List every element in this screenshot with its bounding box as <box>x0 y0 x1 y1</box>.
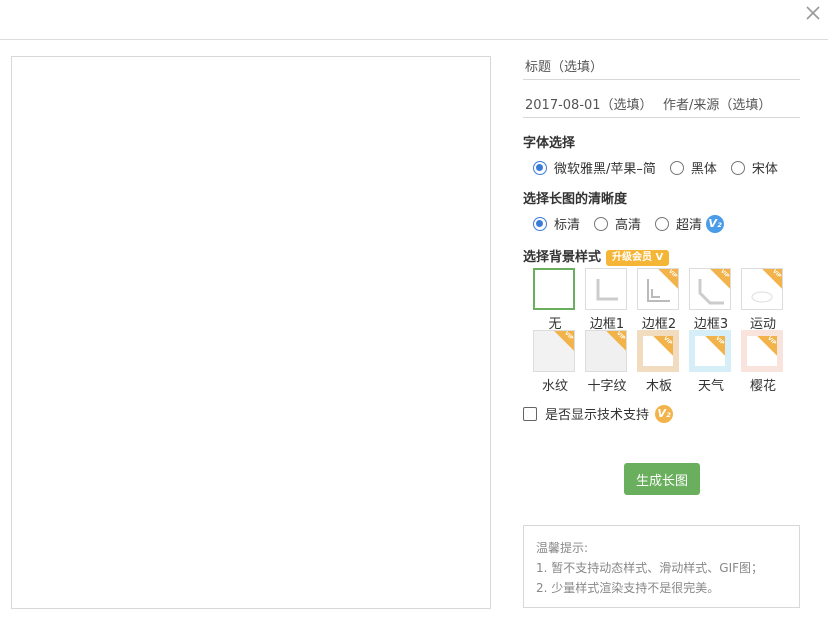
clarity-option-label: 超清 <box>676 218 703 233</box>
radio-icon <box>594 216 609 231</box>
author-input[interactable] <box>651 94 800 116</box>
tips-line: 1. 暂不支持动态样式、滑动样式、GIF图； <box>536 561 764 575</box>
bg-thumb-wood: VIP <box>637 330 679 372</box>
font-option-label: 黑体 <box>690 162 717 177</box>
background-section-title: 选择背景样式 升级会员 V <box>523 246 670 266</box>
close-icon[interactable] <box>804 4 822 22</box>
bg-option-sport[interactable]: VIP 运动 <box>741 268 785 332</box>
vip-level-badge-icon[interactable]: V₂ <box>655 404 674 423</box>
date-field[interactable] <box>523 94 651 118</box>
clarity-section-title: 选择长图的清晰度 <box>523 192 628 207</box>
bg-option-border2[interactable]: VIP 边框2 <box>637 268 681 332</box>
bg-thumb-weather: VIP <box>689 330 731 372</box>
bg-option-border3[interactable]: VIP 边框3 <box>689 268 733 332</box>
font-option-label: 宋体 <box>751 162 778 177</box>
bg-option-wood[interactable]: VIP 木板 <box>637 330 681 394</box>
bg-option-water[interactable]: VIP 水纹 <box>533 330 577 394</box>
font-options: 微软雅黑/苹果–简 黑体 宋体 <box>533 158 792 177</box>
bg-thumb-sport: VIP <box>741 268 783 310</box>
font-option-label: 微软雅黑/苹果–简 <box>554 162 656 177</box>
bg-thumb-border3: VIP <box>689 268 731 310</box>
bg-option-cross[interactable]: VIP 十字纹 <box>585 330 629 394</box>
tips-box: 温馨提示: 1. 暂不支持动态样式、滑动样式、GIF图； 2. 少量样式渲染支持… <box>523 525 800 608</box>
bg-thumb-border1 <box>585 268 627 310</box>
radio-checked-icon <box>533 160 547 175</box>
bg-label: 天气 <box>697 379 724 394</box>
vip-level-badge-icon[interactable]: V₂ <box>706 214 725 233</box>
bg-label: 水纹 <box>541 379 568 394</box>
radio-icon <box>669 160 684 175</box>
author-field[interactable] <box>651 94 800 118</box>
bg-thumb-water: VIP <box>533 330 575 372</box>
tech-support-checkbox[interactable] <box>523 406 537 421</box>
radio-checked-icon <box>533 216 547 231</box>
clarity-option-label: 标清 <box>554 218 581 233</box>
font-option-songti[interactable]: 宋体 <box>730 158 778 177</box>
bg-label: 木板 <box>645 379 672 394</box>
bg-label: 樱花 <box>749 379 776 394</box>
bg-thumb-cross: VIP <box>585 330 627 372</box>
background-title-text: 选择背景样式 <box>523 250 602 265</box>
bg-option-border1[interactable]: 边框1 <box>585 268 629 332</box>
font-section-title: 字体选择 <box>523 136 576 151</box>
tech-support-row: 是否显示技术支持 V₂ <box>523 404 674 423</box>
tech-support-label: 是否显示技术支持 <box>545 408 650 423</box>
bg-option-none[interactable]: 无 <box>533 268 577 332</box>
long-image-preview <box>11 56 491 609</box>
upgrade-vip-button[interactable]: 升级会员 V <box>606 250 670 266</box>
bg-thumb-sakura: VIP <box>741 330 783 372</box>
title-field[interactable] <box>523 56 800 80</box>
bg-label: 十字纹 <box>587 379 627 394</box>
radio-icon <box>730 160 745 175</box>
generate-long-image-button[interactable]: 生成长图 <box>624 463 700 495</box>
tips-line: 2. 少量样式渲染支持不是很完美。 <box>536 581 720 595</box>
dialog-header <box>0 0 828 40</box>
border-corner-icon <box>596 279 618 301</box>
title-input[interactable] <box>523 56 800 78</box>
bg-thumb-border2: VIP <box>637 268 679 310</box>
tips-title: 温馨提示: <box>536 541 589 555</box>
clarity-option-high[interactable]: 高清 <box>594 214 641 233</box>
bg-option-weather[interactable]: VIP 天气 <box>689 330 733 394</box>
clarity-option-standard[interactable]: 标清 <box>533 214 580 233</box>
clarity-options: 标清 高清 超清 V₂ <box>533 214 725 233</box>
clarity-option-label: 高清 <box>615 218 642 233</box>
font-option-yahei[interactable]: 微软雅黑/苹果–简 <box>533 158 656 177</box>
bg-thumb-none <box>533 268 575 310</box>
clarity-option-ultra[interactable]: 超清 <box>655 214 702 233</box>
radio-icon <box>655 216 670 231</box>
font-option-heiti[interactable]: 黑体 <box>669 158 717 177</box>
bg-option-sakura[interactable]: VIP 樱花 <box>741 330 785 394</box>
date-input[interactable] <box>523 94 651 116</box>
